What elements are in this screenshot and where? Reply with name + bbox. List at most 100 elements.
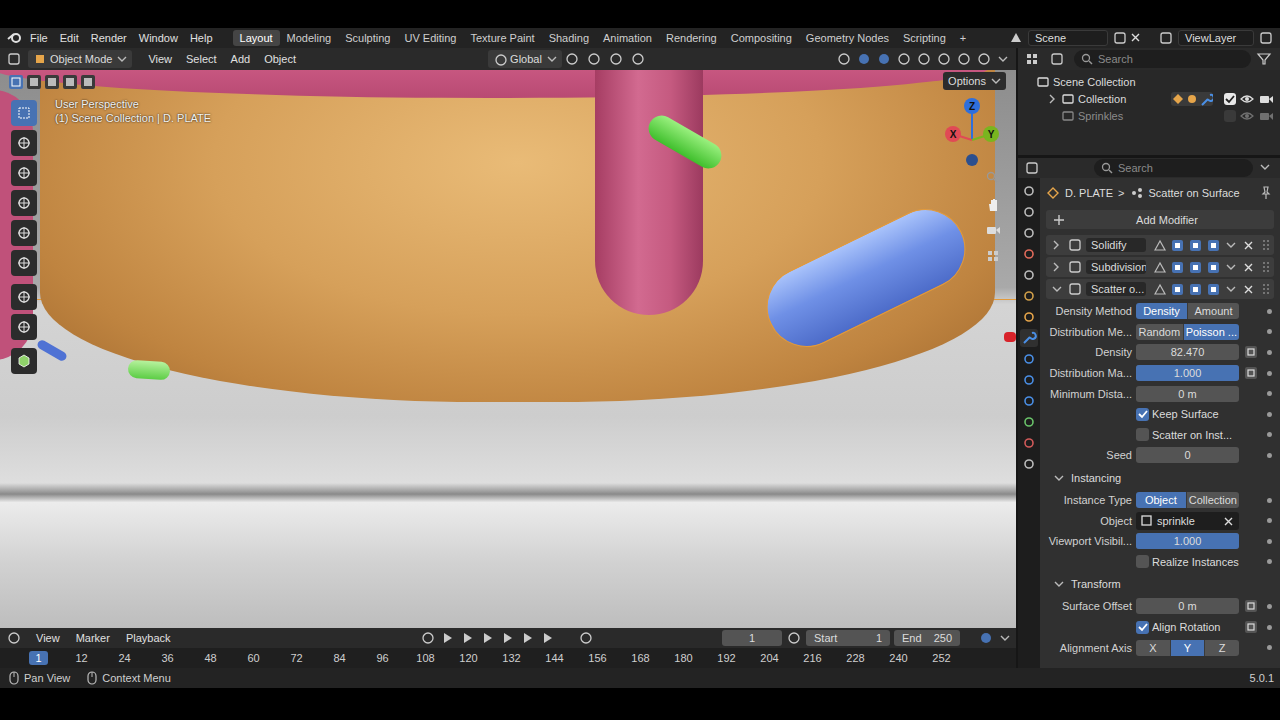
checkbox-label[interactable]: Realize Instances xyxy=(1152,556,1239,568)
expand-icon[interactable] xyxy=(1052,577,1066,591)
checkbox-label[interactable]: Scatter on Inst... xyxy=(1152,429,1232,441)
keyframe-dot[interactable] xyxy=(1267,432,1272,437)
tool-button[interactable] xyxy=(11,100,37,126)
xray-icon[interactable] xyxy=(896,51,914,67)
tool-button[interactable] xyxy=(11,284,37,310)
number-field[interactable]: 0 xyxy=(1136,447,1239,463)
keyframe-dot[interactable] xyxy=(1267,645,1272,650)
toggle-option[interactable]: Collection xyxy=(1187,492,1239,508)
search-input[interactable] xyxy=(1098,53,1245,65)
edit-mode-icon[interactable] xyxy=(1170,238,1185,253)
frame-tick[interactable]: 60 xyxy=(232,652,275,664)
timeline-menu[interactable]: Marker xyxy=(70,632,116,644)
view-options-icon[interactable] xyxy=(978,630,994,646)
dropdown-icon[interactable] xyxy=(998,631,1010,645)
keyframe-dot[interactable] xyxy=(1267,371,1272,376)
start-frame-field[interactable]: Start1 xyxy=(806,630,890,646)
next-key-icon[interactable] xyxy=(520,630,536,646)
workspace-tab[interactable]: Animation xyxy=(596,30,659,46)
frame-tick[interactable]: 36 xyxy=(146,652,189,664)
attribute-toggle-icon[interactable] xyxy=(1243,598,1259,614)
select-mode-icon[interactable] xyxy=(44,74,60,90)
menu-item[interactable]: Render xyxy=(85,32,133,44)
toggle-option[interactable]: X xyxy=(1136,640,1171,656)
editor-type-icon[interactable] xyxy=(6,630,26,646)
outliner-search[interactable] xyxy=(1074,50,1251,68)
viewport-menu[interactable]: Add xyxy=(225,53,257,65)
collection-name[interactable]: Sprinkles xyxy=(1078,110,1123,122)
toggle-option[interactable]: Z xyxy=(1205,640,1239,656)
drag-grip-icon[interactable] xyxy=(1259,237,1273,253)
workspace-tab[interactable]: Geometry Nodes xyxy=(799,30,896,46)
object-field[interactable]: sprinkle xyxy=(1136,512,1239,530)
workspace-tab[interactable]: Texture Paint xyxy=(463,30,541,46)
modifier-name[interactable]: Scatter o... xyxy=(1091,283,1144,295)
proportional-edit-icon[interactable] xyxy=(630,51,650,67)
search-input[interactable] xyxy=(1118,162,1247,174)
frame-tick[interactable]: 48 xyxy=(189,652,232,664)
viewport[interactable]: User Perspective(1) Scene Collection | D… xyxy=(0,70,1016,628)
frame-tick[interactable]: 180 xyxy=(662,652,705,664)
frame-tick[interactable]: 120 xyxy=(447,652,490,664)
jump-start-icon[interactable] xyxy=(440,630,456,646)
properties-search[interactable] xyxy=(1094,159,1253,177)
wireframe-shading-icon[interactable] xyxy=(916,51,934,67)
keyframe-dot[interactable] xyxy=(1267,604,1272,609)
properties-tab-icon[interactable] xyxy=(1020,413,1038,431)
timeline-menu[interactable]: Playback xyxy=(120,632,177,644)
modifier-name-field[interactable]: Solidify xyxy=(1086,238,1146,252)
pan-hand-icon[interactable] xyxy=(985,196,1003,214)
keyframe-dot[interactable] xyxy=(1267,498,1272,503)
checkbox-label[interactable]: Align Rotation xyxy=(1152,621,1221,633)
snap-icon[interactable] xyxy=(586,51,606,67)
workspace-tab[interactable]: Rendering xyxy=(659,30,724,46)
render-icon[interactable] xyxy=(1206,238,1221,253)
toggle-option[interactable]: Object xyxy=(1136,492,1187,508)
frame-tick[interactable]: 228 xyxy=(834,652,877,664)
workspace-tab[interactable]: Scripting xyxy=(896,30,953,46)
properties-tab-icon[interactable] xyxy=(1020,434,1038,452)
menu-item[interactable]: Edit xyxy=(54,32,85,44)
modifier-header[interactable]: Solidify xyxy=(1046,235,1274,255)
clear-icon[interactable] xyxy=(1221,514,1235,528)
frame-tick[interactable]: 156 xyxy=(576,652,619,664)
slider-field[interactable]: 1.000 xyxy=(1136,365,1239,381)
exclude-checkbox[interactable] xyxy=(1224,110,1236,122)
modifier-name[interactable]: Solidify xyxy=(1091,239,1126,251)
properties-tab-icon[interactable] xyxy=(1020,455,1038,473)
navigation-gizmo[interactable]: ZXY xyxy=(930,90,1010,170)
tool-button[interactable] xyxy=(11,130,37,156)
scene-name[interactable]: Scene xyxy=(1035,32,1066,44)
menu-item[interactable]: Help xyxy=(184,32,219,44)
toggle-option[interactable]: Y xyxy=(1171,640,1206,656)
properties-tab-icon[interactable] xyxy=(1020,308,1038,326)
outliner-row[interactable]: Scene Collection xyxy=(1018,73,1280,90)
frame-tick[interactable]: 216 xyxy=(791,652,834,664)
keyframe-dot[interactable] xyxy=(1267,309,1272,314)
field-value[interactable]: 0 xyxy=(1184,449,1190,461)
display-mode-icon[interactable] xyxy=(1049,51,1069,67)
gizmo-icon[interactable] xyxy=(856,51,874,67)
new-scene-icon[interactable] xyxy=(1112,30,1128,46)
expand-icon[interactable] xyxy=(1050,260,1064,274)
realtime-icon[interactable] xyxy=(1188,238,1203,253)
properties-tab-icon[interactable] xyxy=(1020,392,1038,410)
attribute-toggle-icon[interactable] xyxy=(1243,344,1259,360)
field-value[interactable]: 0 m xyxy=(1178,388,1196,400)
modifier-name-field[interactable]: Scatter o... xyxy=(1086,282,1146,296)
start-value[interactable]: 1 xyxy=(876,632,882,644)
tool-button[interactable] xyxy=(11,160,37,186)
current-frame[interactable]: 1 xyxy=(749,632,755,644)
collection-name[interactable]: Scene Collection xyxy=(1053,76,1136,88)
remove-scene-icon[interactable] xyxy=(1128,30,1144,46)
keyframe-dot[interactable] xyxy=(1267,518,1272,523)
workspace-tab[interactable]: UV Editing xyxy=(397,30,463,46)
checkbox[interactable] xyxy=(1136,428,1149,441)
menu-item[interactable]: Window xyxy=(133,32,184,44)
properties-tab-icon[interactable] xyxy=(1020,182,1038,200)
rendered-shading-icon[interactable] xyxy=(976,51,994,67)
axis-handle[interactable]: X xyxy=(945,126,961,142)
attribute-toggle-icon[interactable] xyxy=(1243,619,1259,635)
zoom-icon[interactable] xyxy=(985,170,1003,188)
realtime-icon[interactable] xyxy=(1188,260,1203,275)
